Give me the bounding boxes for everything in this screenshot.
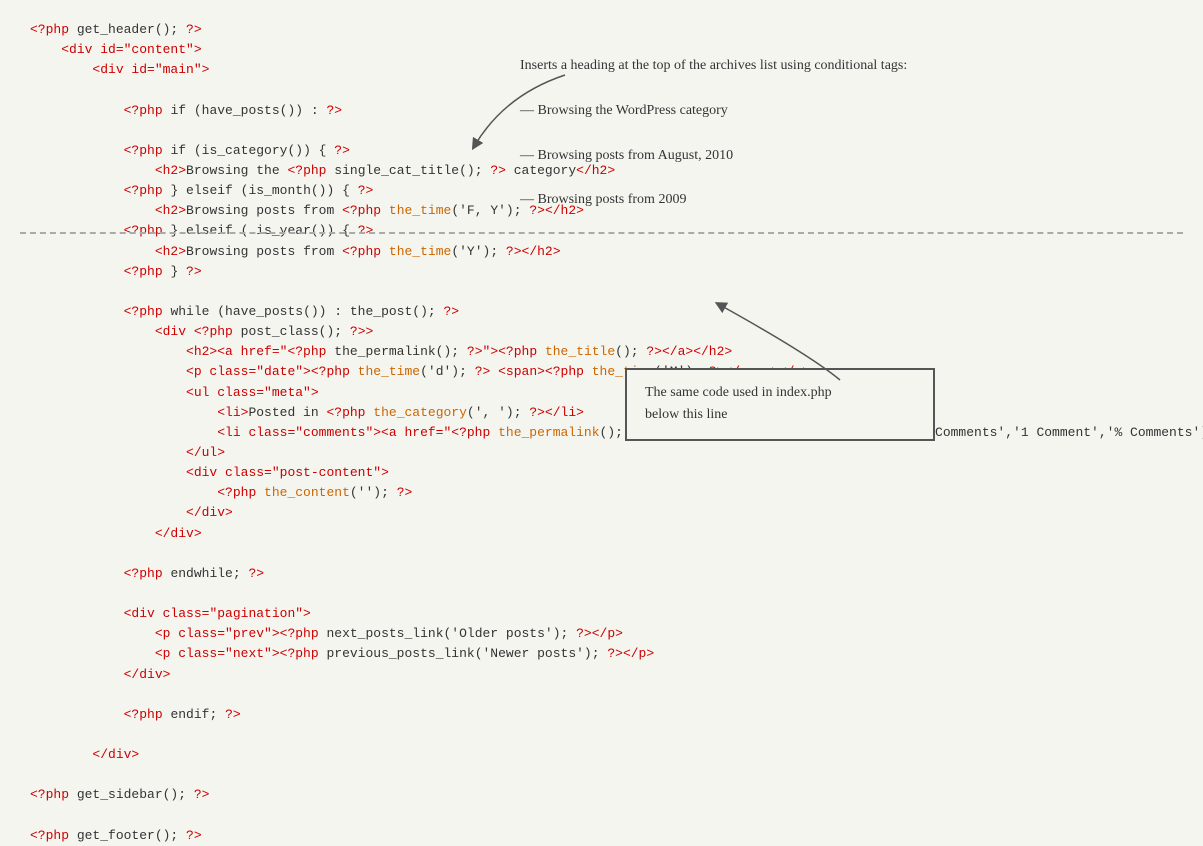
- dashed-line-separator: [20, 232, 1183, 234]
- annotation-top: Inserts a heading at the top of the arch…: [520, 55, 1170, 212]
- arrow-bottom-svg: [690, 295, 850, 395]
- annotation-bullet-3: — Browsing posts from 2009: [520, 192, 686, 207]
- arrow-top-svg: [455, 55, 575, 165]
- annotation-bottom-line2: below this line: [645, 407, 727, 422]
- annotation-top-intro: Inserts a heading at the top of the arch…: [520, 58, 907, 73]
